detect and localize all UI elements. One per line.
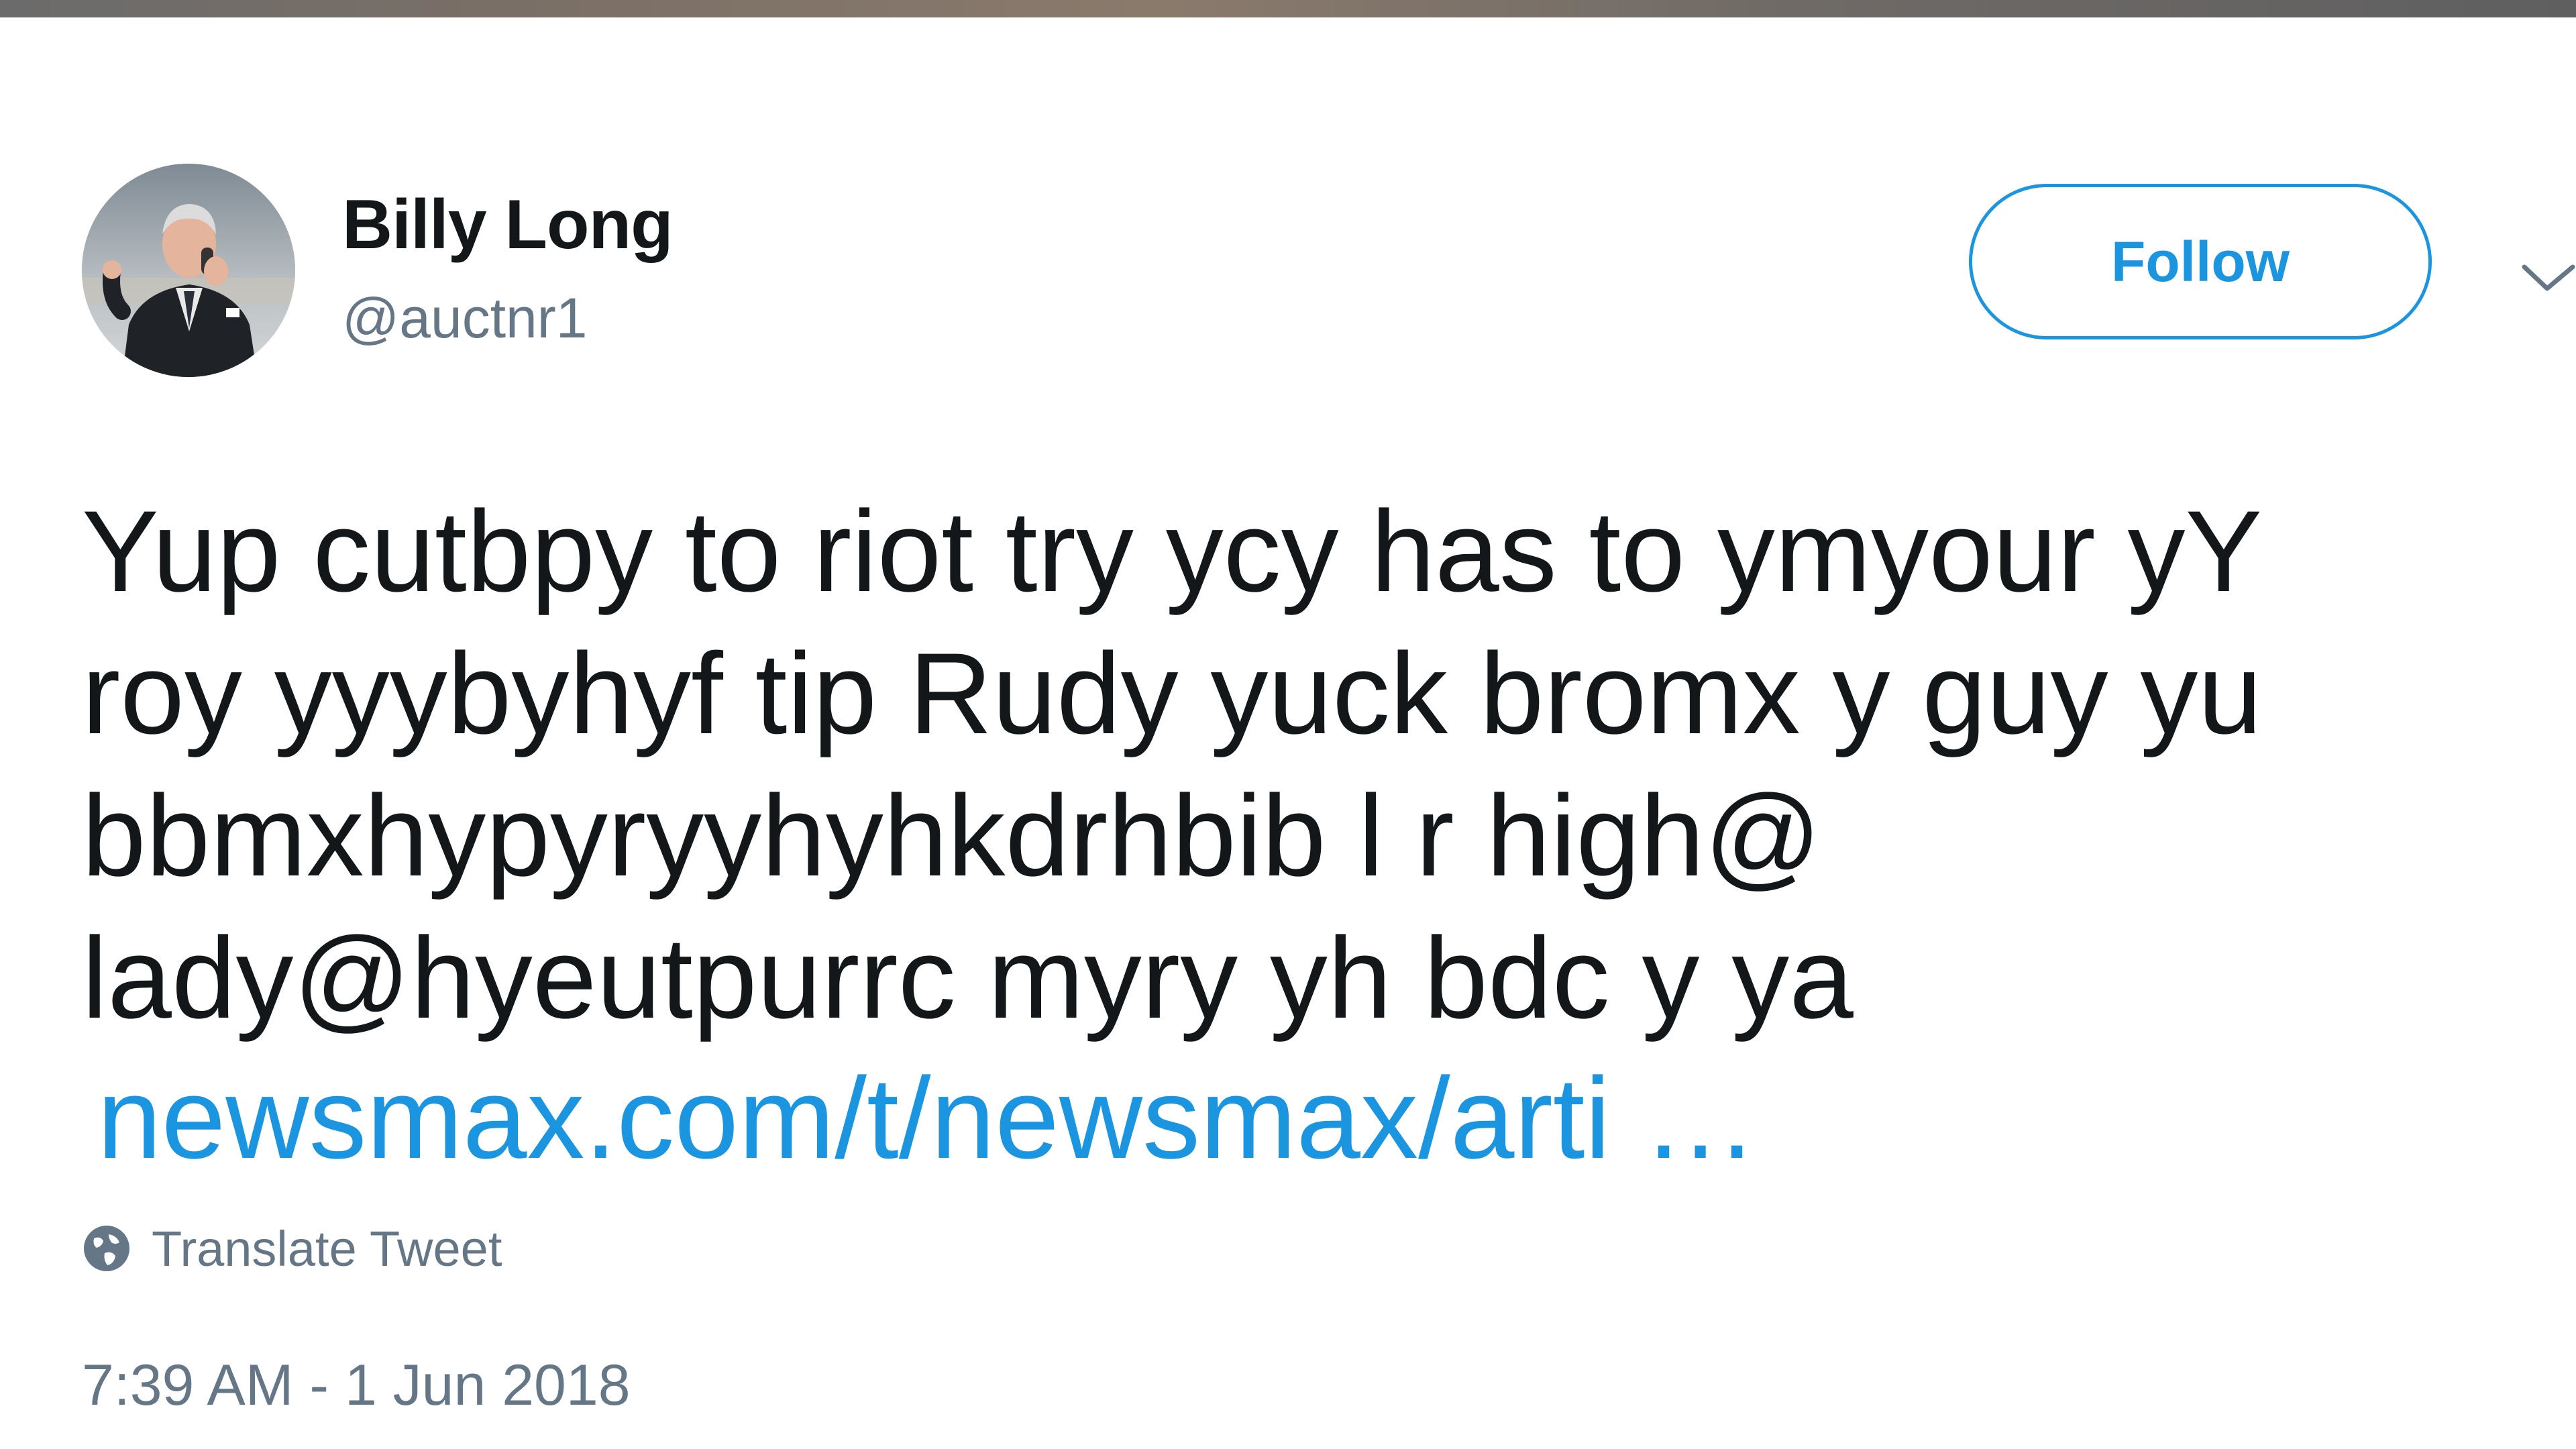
follow-button[interactable]: Follow (1969, 184, 2432, 339)
translate-tweet-link[interactable]: Translate Tweet (82, 1218, 502, 1279)
globe-icon (84, 1226, 129, 1271)
avatar-image (82, 164, 295, 377)
chevron-down-icon[interactable] (2519, 259, 2576, 299)
top-border-strip (0, 0, 2576, 17)
author-handle[interactable]: @auctnr1 (342, 286, 587, 351)
tweet-text: Yup cutbpy to riot try ycy has to ymyour… (82, 487, 2263, 1042)
tweet-card: Billy Long @auctnr1 Follow Yup cutbpy to… (0, 17, 2576, 1449)
tweet-timestamp[interactable]: 7:39 AM - 1 Jun 2018 (82, 1352, 631, 1419)
author-name[interactable]: Billy Long (342, 185, 674, 265)
tweet-link[interactable]: newsmax.com/t/newsmax/arti … (97, 1047, 1758, 1189)
translate-label: Translate Tweet (152, 1220, 502, 1277)
avatar[interactable] (82, 164, 295, 377)
